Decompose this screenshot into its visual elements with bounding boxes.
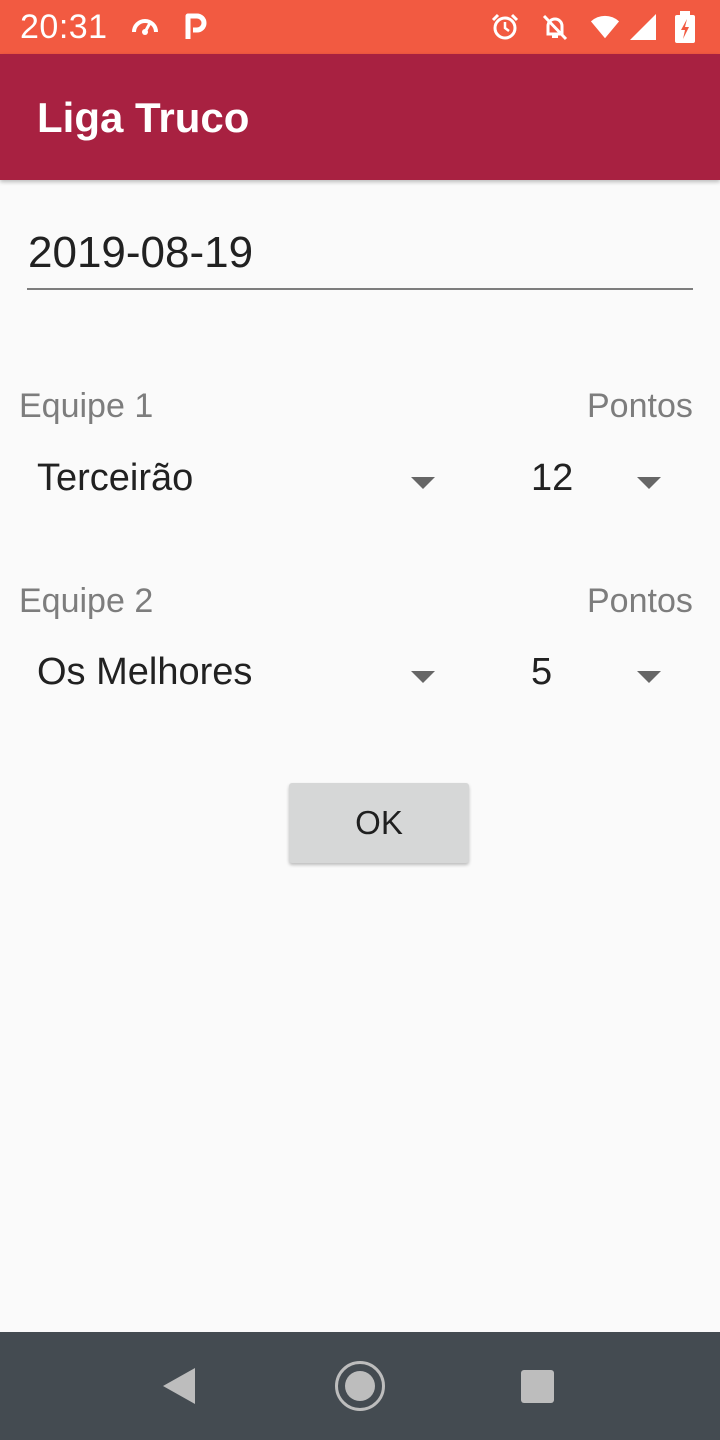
- team1-points-value: 12: [531, 457, 574, 499]
- team2-team-value: Os Melhores: [37, 651, 253, 693]
- chevron-down-icon: [411, 671, 435, 683]
- app-title: Liga Truco: [37, 94, 250, 141]
- team2-points-value: 5: [531, 651, 553, 693]
- team2-label: Equipe 2: [19, 582, 154, 620]
- team1-points-label: Pontos: [587, 387, 693, 425]
- team2-points-spinner[interactable]: 5: [510, 641, 670, 711]
- team2-points-label: Pontos: [587, 582, 693, 620]
- home-icon[interactable]: [335, 1361, 385, 1411]
- wifi-icon: [590, 12, 620, 42]
- date-value: 2019-08-19: [28, 228, 254, 277]
- notifications-off-icon: [540, 12, 570, 42]
- navigation-bar: [0, 1332, 720, 1440]
- parking-icon: [180, 12, 210, 42]
- status-bar: 20:31: [0, 0, 720, 54]
- chevron-down-icon: [637, 477, 661, 489]
- battery-charging-icon: [670, 11, 700, 43]
- team2-spinner[interactable]: Os Melhores: [20, 641, 440, 711]
- back-icon[interactable]: [163, 1368, 195, 1404]
- app-bar: Liga Truco: [0, 54, 720, 180]
- alarm-icon: [490, 12, 520, 42]
- chevron-down-icon: [411, 477, 435, 489]
- recent-apps-icon[interactable]: [521, 1370, 554, 1403]
- team1-points-spinner[interactable]: 12: [510, 447, 670, 517]
- date-field[interactable]: 2019-08-19: [27, 220, 693, 290]
- ok-button[interactable]: OK: [289, 783, 469, 863]
- team1-team-value: Terceirão: [37, 457, 194, 499]
- signal-icon: [628, 12, 658, 42]
- team1-label: Equipe 1: [19, 387, 154, 425]
- team1-spinner[interactable]: Terceirão: [20, 447, 440, 517]
- status-time: 20:31: [20, 8, 108, 46]
- home-icon-inner: [345, 1371, 375, 1401]
- speedometer-icon: [130, 12, 160, 42]
- chevron-down-icon: [637, 671, 661, 683]
